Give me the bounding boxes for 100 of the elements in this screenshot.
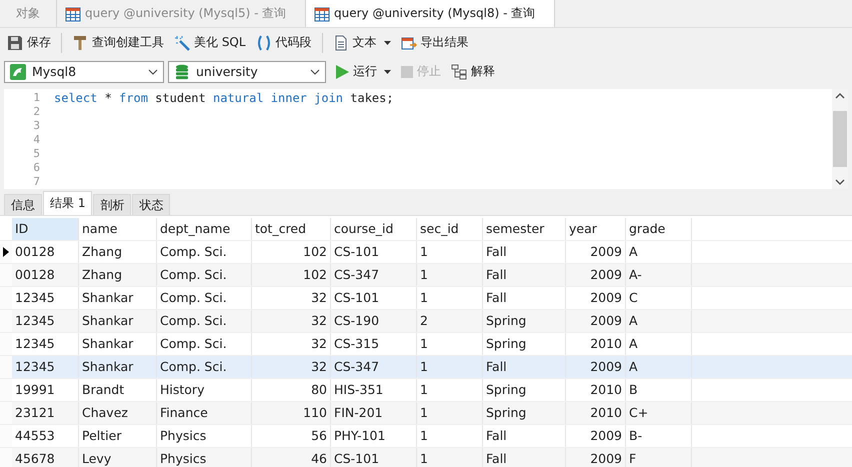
- table-cell: A: [626, 333, 692, 355]
- column-header[interactable]: ID: [12, 218, 79, 240]
- table-cell: Comp. Sci.: [157, 241, 252, 263]
- table-cell: 2009: [566, 241, 626, 263]
- table-cell: Fall: [483, 241, 566, 263]
- table-cell: A: [626, 310, 692, 332]
- table-cell: 1: [417, 425, 483, 447]
- toolbar-button[interactable]: 运行: [332, 61, 394, 82]
- row-indicator[interactable]: [0, 241, 12, 263]
- table-cell: 1: [417, 356, 483, 378]
- result-tab[interactable]: 结果 1: [43, 191, 92, 215]
- table-cell: 00128: [12, 241, 79, 263]
- line-number: 2: [32, 105, 40, 119]
- table-cell: Levy: [79, 448, 157, 467]
- table-cell: CS-101: [331, 287, 417, 309]
- column-header[interactable]: course_id: [331, 218, 417, 240]
- column-header[interactable]: name: [79, 218, 157, 240]
- table-cell: Shankar: [79, 356, 157, 378]
- table-cell: Fall: [483, 356, 566, 378]
- table-cell: Fall: [483, 287, 566, 309]
- play-icon: [335, 64, 349, 78]
- column-header[interactable]: semester: [483, 218, 566, 240]
- table-cell: Spring: [483, 379, 566, 401]
- diagram-icon: [451, 64, 467, 80]
- window-tab[interactable]: query @university (Mysql8) - 查询: [306, 0, 555, 27]
- table-cell: 45678: [12, 448, 79, 467]
- table-cell: Chavez: [79, 402, 157, 424]
- scrollbar-thumb[interactable]: [833, 111, 847, 167]
- table-cell: Shankar: [79, 333, 157, 355]
- table-cell: B: [626, 379, 692, 401]
- table-cell: 12345: [12, 287, 79, 309]
- table-cell: PHY-101: [331, 425, 417, 447]
- table-cell: 2009: [566, 264, 626, 286]
- table-cell: 12345: [12, 356, 79, 378]
- table-cell: Zhang: [79, 241, 157, 263]
- table-cell: 32: [252, 287, 331, 309]
- chevron-down-icon: [310, 68, 320, 74]
- scrollbar[interactable]: [832, 89, 848, 189]
- table-cell: Comp. Sci.: [157, 333, 252, 355]
- database-dropdown[interactable]: university: [168, 60, 326, 82]
- table-cell: 32: [252, 356, 331, 378]
- toolbar-button[interactable]: 保存: [4, 32, 54, 53]
- current-row-icon: [3, 247, 9, 257]
- table-icon: [314, 6, 330, 22]
- table-cell: Physics: [157, 425, 252, 447]
- table-cell: 2009: [566, 287, 626, 309]
- table-cell: 23121: [12, 402, 79, 424]
- table-cell: 12345: [12, 310, 79, 332]
- chevron-down-icon: [835, 179, 845, 185]
- sql-editor[interactable]: 1 2 3 4 5 6 7 select * from student natural inner join takes;: [4, 89, 848, 189]
- column-header[interactable]: grade: [626, 218, 692, 240]
- table-cell: 2009: [566, 425, 626, 447]
- line-number: 5: [32, 147, 40, 161]
- result-tab[interactable]: 状态: [132, 194, 170, 215]
- column-header[interactable]: year: [566, 218, 626, 240]
- toolbar-button[interactable]: 文本: [330, 32, 394, 53]
- table-cell: 1: [417, 287, 483, 309]
- table-cell: 56: [252, 425, 331, 447]
- toolbar-button[interactable]: 解释: [448, 61, 498, 82]
- table-cell: Comp. Sci.: [157, 264, 252, 286]
- table-icon: [65, 6, 81, 22]
- toolbar-button[interactable]: 导出结果: [398, 32, 472, 53]
- table-cell: 1: [417, 448, 483, 467]
- table-cell: 2009: [566, 448, 626, 467]
- table-cell: 1: [417, 241, 483, 263]
- toolbar-button[interactable]: 美化 SQL: [171, 32, 249, 53]
- table-cell: 19991: [12, 379, 79, 401]
- result-tab[interactable]: 信息: [4, 194, 42, 215]
- line-number: 3: [32, 119, 40, 133]
- column-header[interactable]: tot_cred: [252, 218, 331, 240]
- table-cell: 2010: [566, 333, 626, 355]
- table-cell: Fall: [483, 264, 566, 286]
- table-cell: 2009: [566, 356, 626, 378]
- connection-dropdown[interactable]: Mysql8: [4, 60, 164, 82]
- line-number: 6: [32, 161, 40, 175]
- table-cell: C: [626, 287, 692, 309]
- column-header[interactable]: dept_name: [157, 218, 252, 240]
- table-cell: CS-315: [331, 333, 417, 355]
- line-number: 4: [32, 133, 40, 147]
- column-header[interactable]: sec_id: [417, 218, 483, 240]
- document-icon: [332, 34, 349, 50]
- table-cell: CS-347: [331, 264, 417, 286]
- table-cell: 80: [252, 379, 331, 401]
- table-cell: 2009: [566, 310, 626, 332]
- table-cell: 110: [252, 402, 331, 424]
- chevron-down-icon: [148, 68, 158, 74]
- table-cell: History: [157, 379, 252, 401]
- toolbar-button[interactable]: 查询创建工具: [69, 32, 167, 53]
- table-cell: Spring: [483, 310, 566, 332]
- table-cell: 2: [417, 310, 483, 332]
- table-cell: Peltier: [79, 425, 157, 447]
- toolbar-button[interactable]: 代码段: [252, 32, 315, 53]
- table-cell: CS-347: [331, 356, 417, 378]
- table-export-icon: [400, 34, 417, 50]
- result-tab[interactable]: 剖析: [93, 194, 132, 215]
- table-cell: 102: [252, 264, 331, 286]
- parentheses-icon: [256, 34, 272, 50]
- table-cell: Fall: [483, 448, 566, 467]
- table-cell: 32: [252, 333, 331, 355]
- table-cell: Shankar: [79, 310, 157, 332]
